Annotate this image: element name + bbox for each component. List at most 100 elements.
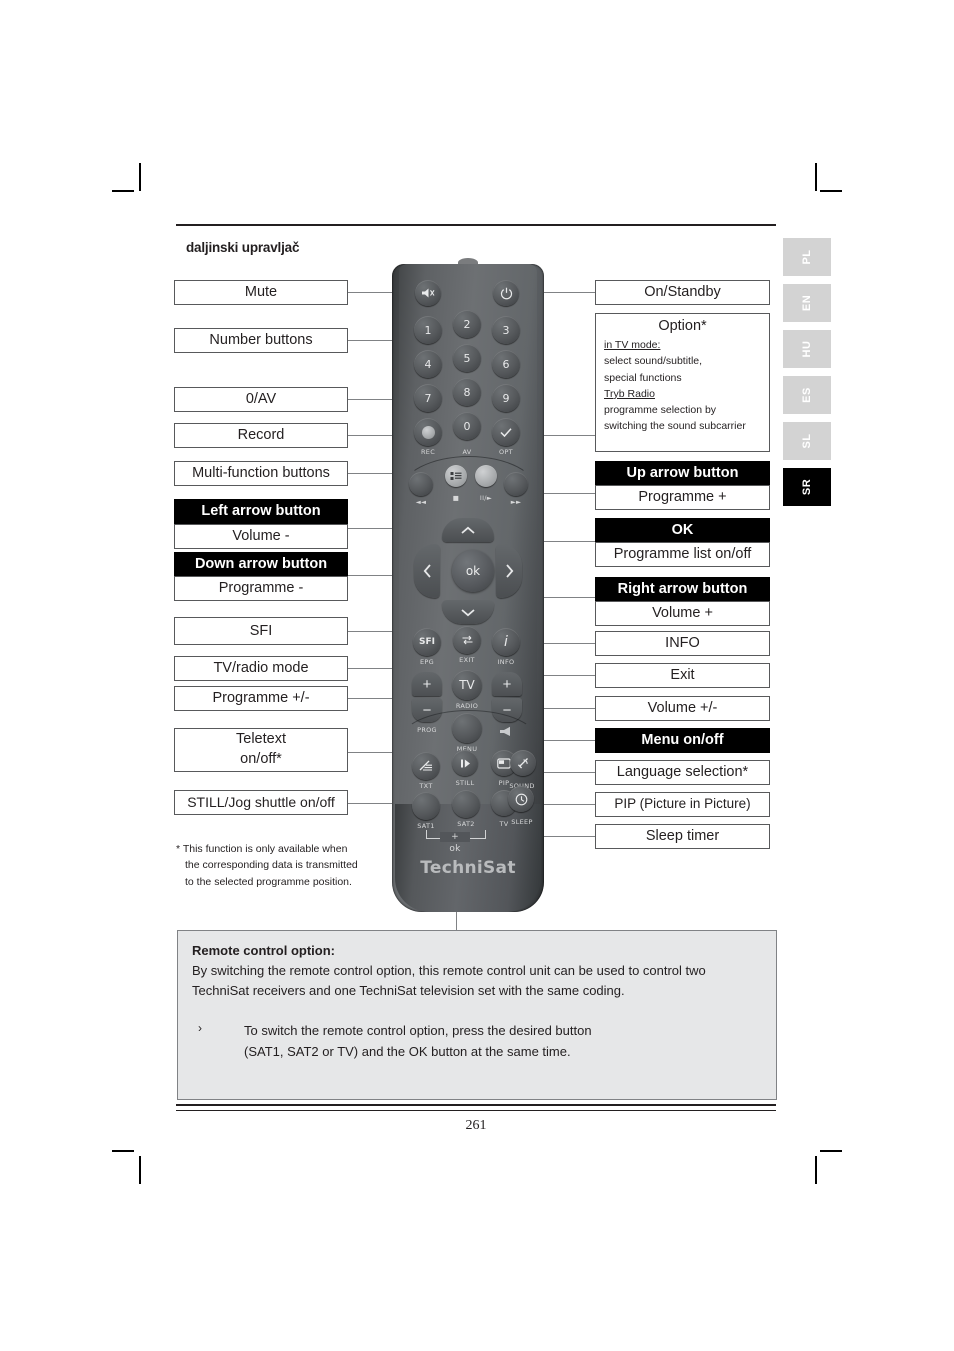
label-text: Volume +/- <box>647 700 718 717</box>
label-still-jog-shuttle: STILL/Jog shuttle on/off <box>174 790 348 815</box>
label-mute: Mute <box>174 280 348 305</box>
still-play-icon <box>460 759 470 767</box>
label-number-buttons: Number buttons <box>174 328 348 353</box>
caption-ok-combo: ok <box>449 844 461 854</box>
language-tab-hu[interactable]: HU <box>783 330 831 368</box>
key-rewind[interactable] <box>409 472 433 496</box>
language-tab-sl[interactable]: SL <box>783 422 831 460</box>
key-left-arrow[interactable] <box>414 544 440 598</box>
label-text: Programme + <box>638 489 727 506</box>
key-0[interactable]: 0 <box>453 412 481 440</box>
key-5[interactable]: 5 <box>453 344 481 372</box>
key-programme-up[interactable]: + <box>412 672 442 696</box>
key-power[interactable] <box>493 280 519 306</box>
language-tab-list: PL EN HU ES SL SR <box>783 238 831 514</box>
key-sfi[interactable]: SFI <box>413 628 441 656</box>
label-text: Sleep timer <box>645 828 720 845</box>
key-2[interactable]: 2 <box>453 310 481 338</box>
option-line-6: switching the sound subcarrier <box>604 420 746 433</box>
language-tab-sr[interactable]: SR <box>783 468 831 506</box>
label-down-arrow-sub: Programme - <box>174 576 348 601</box>
key-sat1[interactable] <box>412 792 440 820</box>
option-title: Option* <box>658 318 707 334</box>
language-tab-pl[interactable]: PL <box>783 238 831 276</box>
key-sound[interactable] <box>510 750 536 776</box>
language-tab-es[interactable]: ES <box>783 376 831 414</box>
key-up-arrow[interactable] <box>442 518 494 542</box>
option-line-3: special functions <box>604 371 682 384</box>
label-group-left-arrow: Left arrow button Volume - <box>174 499 348 549</box>
label-left-arrow-title: Left arrow button <box>174 499 348 524</box>
key-still[interactable] <box>452 750 478 776</box>
label-group-up-arrow: Up arrow button Programme + <box>595 461 770 510</box>
key-right-arrow[interactable] <box>496 544 522 598</box>
key-info[interactable]: i <box>492 628 520 656</box>
key-1[interactable]: 1 <box>414 316 442 344</box>
key-stop[interactable] <box>445 465 467 487</box>
label-text: Exit <box>670 667 695 684</box>
caption-exit: EXIT <box>459 656 475 664</box>
chevron-right-icon <box>505 564 513 578</box>
language-tab-label: SL <box>801 433 813 449</box>
key-9[interactable]: 9 <box>492 384 520 412</box>
caption-play-pause: II/► <box>479 494 493 502</box>
key-label: 9 <box>502 391 510 405</box>
key-sleep[interactable] <box>508 786 534 812</box>
label-ok-sub: Programme list on/off <box>595 542 770 567</box>
label-text: Language selection* <box>616 764 749 781</box>
key-7[interactable]: 7 <box>414 384 442 412</box>
check-icon <box>500 427 512 437</box>
key-6[interactable]: 6 <box>492 350 520 378</box>
option-line-5: programme selection by <box>604 404 717 417</box>
key-play-pause[interactable] <box>475 465 497 487</box>
label-text: Up arrow button <box>626 464 739 481</box>
remote-control-option-box: Remote control option: By switching the … <box>177 930 777 1100</box>
label-text: SFI <box>249 622 273 639</box>
crop-mark-bl-h <box>112 1150 134 1152</box>
language-tab-label: HU <box>801 340 813 358</box>
label-text: On/Standby <box>644 284 721 301</box>
caption-sleep: SLEEP <box>511 818 533 826</box>
power-icon <box>500 287 512 299</box>
language-tab-en[interactable]: EN <box>783 284 831 322</box>
key-ok[interactable]: ok <box>452 550 494 592</box>
key-record[interactable] <box>414 418 442 446</box>
key-mute[interactable] <box>415 280 441 306</box>
key-4[interactable]: 4 <box>414 350 442 378</box>
key-label: 0 <box>463 419 471 433</box>
remote-option-bullet: › To switch the remote control option, p… <box>192 1021 762 1063</box>
language-tab-label: ES <box>801 387 813 403</box>
manual-page: daljinski upravljač PL EN HU ES SL SR Mu… <box>0 0 954 1351</box>
label-group-down-arrow: Down arrow button Programme - <box>174 552 348 601</box>
key-label: 8 <box>463 385 471 399</box>
remote-option-title: Remote control option: <box>192 943 335 958</box>
key-8[interactable]: 8 <box>453 378 481 406</box>
crop-mark-tl-h <box>112 190 134 192</box>
crop-mark-tr-v <box>815 163 817 191</box>
key-tv-radio[interactable]: TV <box>452 670 482 700</box>
key-fast-forward[interactable] <box>504 472 528 496</box>
caption-ok-combo-plus: + <box>440 832 470 842</box>
label-text: STILL/Jog shuttle on/off <box>187 793 335 810</box>
key-label: + <box>422 675 432 693</box>
caption-sat2: SAT2 <box>457 820 475 828</box>
remote-option-paragraph-line-1: By switching the remote control option, … <box>192 963 706 978</box>
key-label: + <box>502 675 512 693</box>
key-option[interactable] <box>492 418 520 446</box>
key-label: SFI <box>419 637 435 647</box>
key-teletext[interactable] <box>412 752 440 780</box>
key-volume-up[interactable]: + <box>492 672 522 696</box>
key-label: ok <box>465 564 481 578</box>
label-group-right-arrow: Right arrow button Volume + <box>595 577 770 626</box>
key-3[interactable]: 3 <box>492 316 520 344</box>
footer-rule-top <box>176 1104 776 1106</box>
key-sat2[interactable] <box>452 790 480 818</box>
label-record: Record <box>174 423 348 448</box>
label-text: Programme list on/off <box>613 546 752 563</box>
crop-mark-bl-v <box>139 1156 141 1184</box>
crop-mark-tl-v <box>139 163 141 191</box>
key-exit[interactable] <box>453 626 481 654</box>
footnote-line-2: the corresponding data is transmitted <box>185 859 358 872</box>
chevron-up-icon <box>461 526 475 534</box>
pip-icon <box>497 757 511 769</box>
